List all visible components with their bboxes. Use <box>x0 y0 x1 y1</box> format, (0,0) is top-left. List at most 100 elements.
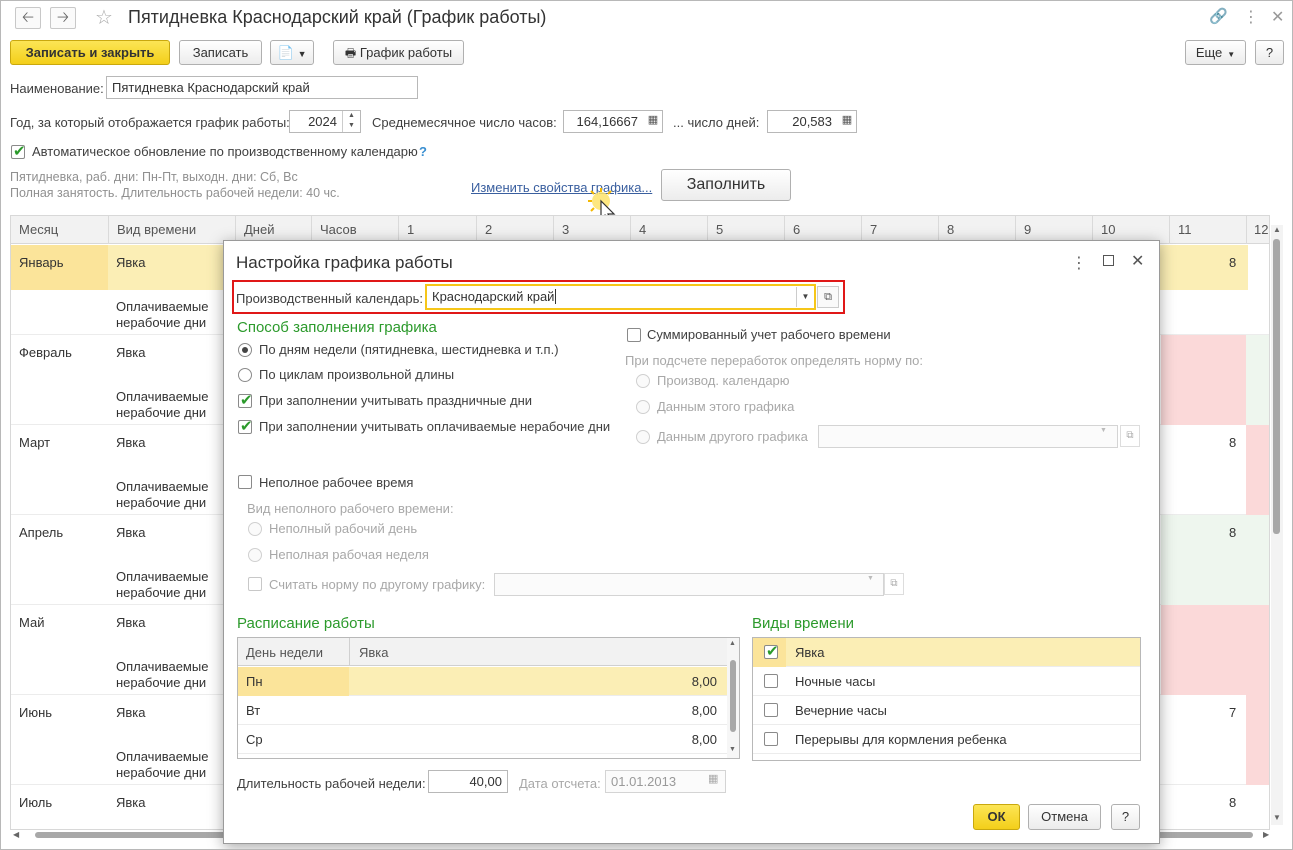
scroll-down-icon[interactable]: ▼ <box>729 746 736 753</box>
calculator-icon[interactable]: ▦ <box>644 110 662 133</box>
ok-button[interactable]: ОК <box>973 804 1020 830</box>
scroll-right-icon[interactable]: ▶ <box>1263 830 1269 839</box>
time-kind-label: Явка <box>116 795 146 810</box>
holidays-checkbox[interactable] <box>238 391 253 409</box>
time-kind-label: Оплачиваемые <box>116 569 209 584</box>
calculator-icon[interactable]: ▦ <box>838 110 856 133</box>
more-button[interactable]: Еще ▼ <box>1185 40 1246 65</box>
fill-by-weekdays-radio[interactable] <box>238 343 252 357</box>
name-input[interactable]: Пятидневка Краснодарский край <box>106 76 418 99</box>
part-time-week-label: Неполная рабочая неделя <box>269 547 429 562</box>
scroll-up-icon[interactable]: ▲ <box>1273 225 1281 234</box>
time-kind-checkbox[interactable] <box>764 674 778 688</box>
open-calendar-icon[interactable]: ⧉ <box>817 286 839 308</box>
calendar-icon[interactable]: ▦ <box>708 772 718 785</box>
week-duration-input[interactable]: 40,00 <box>428 770 508 793</box>
document-dropdown-button[interactable]: 📄 ▼ <box>270 40 314 65</box>
col-kind: Вид времени <box>117 222 197 237</box>
overtime-norm-label: При подсчете переработок определять норм… <box>625 353 924 368</box>
chevron-down-icon[interactable]: ▼ <box>867 575 874 582</box>
auto-update-checkbox[interactable] <box>11 142 26 160</box>
change-properties-link[interactable]: Изменить свойства графика... <box>471 180 652 195</box>
time-kind-checkbox[interactable] <box>764 732 778 746</box>
table-scrollbar[interactable]: ▲ ▼ <box>727 638 739 758</box>
star-icon[interactable]: ☆ <box>95 5 113 30</box>
save-button[interactable]: Записать <box>179 40 262 65</box>
part-time-checkbox[interactable] <box>238 475 252 489</box>
time-kind-checkbox[interactable] <box>764 703 778 717</box>
scrollbar-thumb[interactable] <box>730 660 736 732</box>
part-time-day-radio[interactable] <box>248 522 262 536</box>
time-kind-label: нерабочие дни <box>116 585 207 600</box>
chevron-down-icon[interactable]: ▼ <box>796 287 814 307</box>
fill-by-cycles-radio[interactable] <box>238 368 252 382</box>
norm-other-schedule-checkbox[interactable] <box>248 577 262 591</box>
more-vert-icon[interactable]: ⋮ <box>1243 7 1259 27</box>
fill-button[interactable]: Заполнить <box>661 169 791 201</box>
schedule-settings-dialog: Настройка графика работы ⋮ ✕ Производств… <box>223 240 1160 844</box>
chevron-down-icon: ▼ <box>297 49 307 59</box>
scroll-down-icon[interactable]: ▼ <box>1273 813 1281 822</box>
col-day-12: 12 <box>1254 222 1269 237</box>
part-time-week-radio[interactable] <box>248 548 262 562</box>
schedule-print-button[interactable]: 🖶 График работы <box>333 40 464 65</box>
grid-vertical-scrollbar[interactable]: ▲ ▼ <box>1271 225 1283 825</box>
list-item[interactable]: Перерывы для кормления ребенка <box>753 725 1140 754</box>
overtime-calendar-radio[interactable] <box>636 374 650 388</box>
paid-nonwork-checkbox[interactable] <box>238 417 253 435</box>
time-kind-label: нерабочие дни <box>116 495 207 510</box>
chevron-down-icon[interactable]: ▼ <box>1100 427 1107 434</box>
list-item[interactable]: Явка <box>753 638 1140 667</box>
cursor-highlight-icon <box>588 188 617 223</box>
overtime-other-schedule-radio[interactable] <box>636 430 650 444</box>
back-arrow-icon[interactable]: 🡠 <box>15 7 41 29</box>
auto-update-help-icon[interactable]: ? <box>419 144 427 159</box>
save-close-button[interactable]: Записать и закрыть <box>10 40 170 65</box>
open-schedule-icon[interactable]: ⧉ <box>884 573 904 595</box>
scrollbar-thumb[interactable] <box>1273 239 1280 534</box>
time-kind-label: Оплачиваемые <box>116 659 209 674</box>
summed-accounting-checkbox[interactable] <box>627 328 641 342</box>
time-kinds-list: Явка Ночные часы Вечерние часы Перерывы … <box>752 637 1141 761</box>
scroll-up-icon[interactable]: ▲ <box>729 640 736 647</box>
calendar-value: Краснодарский край <box>432 289 555 304</box>
month-label: Апрель <box>19 525 64 540</box>
table-row[interactable]: Ср 8,00 <box>238 725 739 754</box>
year-spinner[interactable]: ▲ ▼ <box>342 111 360 132</box>
holidays-label: При заполнении учитывать праздничные дни <box>259 393 533 408</box>
list-item[interactable]: Ночные часы <box>753 667 1140 696</box>
norm-other-schedule-input[interactable] <box>494 573 884 596</box>
close-icon[interactable]: ✕ <box>1271 7 1284 27</box>
link-icon[interactable]: 🔗 <box>1209 7 1228 25</box>
time-kind-checkbox[interactable] <box>764 642 779 660</box>
overtime-other-schedule-input[interactable] <box>818 425 1118 448</box>
fill-by-cycles-label: По циклам произвольной длины <box>259 367 455 382</box>
time-kind-label: Оплачиваемые <box>116 749 209 764</box>
time-kind-label: Явка <box>116 435 146 450</box>
name-label: Наименование: <box>10 81 104 96</box>
scroll-left-icon[interactable]: ◀ <box>13 830 19 839</box>
col-month: Месяц <box>19 222 59 237</box>
weekday-cell: Пн <box>246 674 263 689</box>
day-value: 8 <box>1229 255 1237 270</box>
hours-cell: 8,00 <box>691 703 717 718</box>
list-item[interactable]: Вечерние часы <box>753 696 1140 725</box>
overtime-this-schedule-radio[interactable] <box>636 400 650 414</box>
table-row[interactable]: Пн 8,00 <box>238 667 739 696</box>
more-vert-icon[interactable]: ⋮ <box>1071 253 1087 273</box>
table-row[interactable]: Вт 8,00 <box>238 696 739 725</box>
close-icon[interactable]: ✕ <box>1131 251 1144 271</box>
calendar-input[interactable]: Краснодарский край <box>425 284 816 310</box>
month-label: Июль <box>19 795 53 810</box>
forward-arrow-icon[interactable]: 🡢 <box>50 7 76 29</box>
avg-hours-label: Среднемесячное число часов: <box>372 115 557 130</box>
open-schedule-icon[interactable]: ⧉ <box>1120 425 1140 447</box>
help-button[interactable]: ? <box>1111 804 1140 830</box>
time-kind-label: Вечерние часы <box>795 703 887 718</box>
time-kind-label: Оплачиваемые <box>116 299 209 314</box>
cancel-button[interactable]: Отмена <box>1028 804 1101 830</box>
fill-by-weekdays-label: По дням недели (пятидневка, шестидневка … <box>259 342 559 357</box>
time-kind-label: нерабочие дни <box>116 675 207 690</box>
maximize-icon[interactable] <box>1103 255 1114 266</box>
help-button[interactable]: ? <box>1255 40 1284 65</box>
